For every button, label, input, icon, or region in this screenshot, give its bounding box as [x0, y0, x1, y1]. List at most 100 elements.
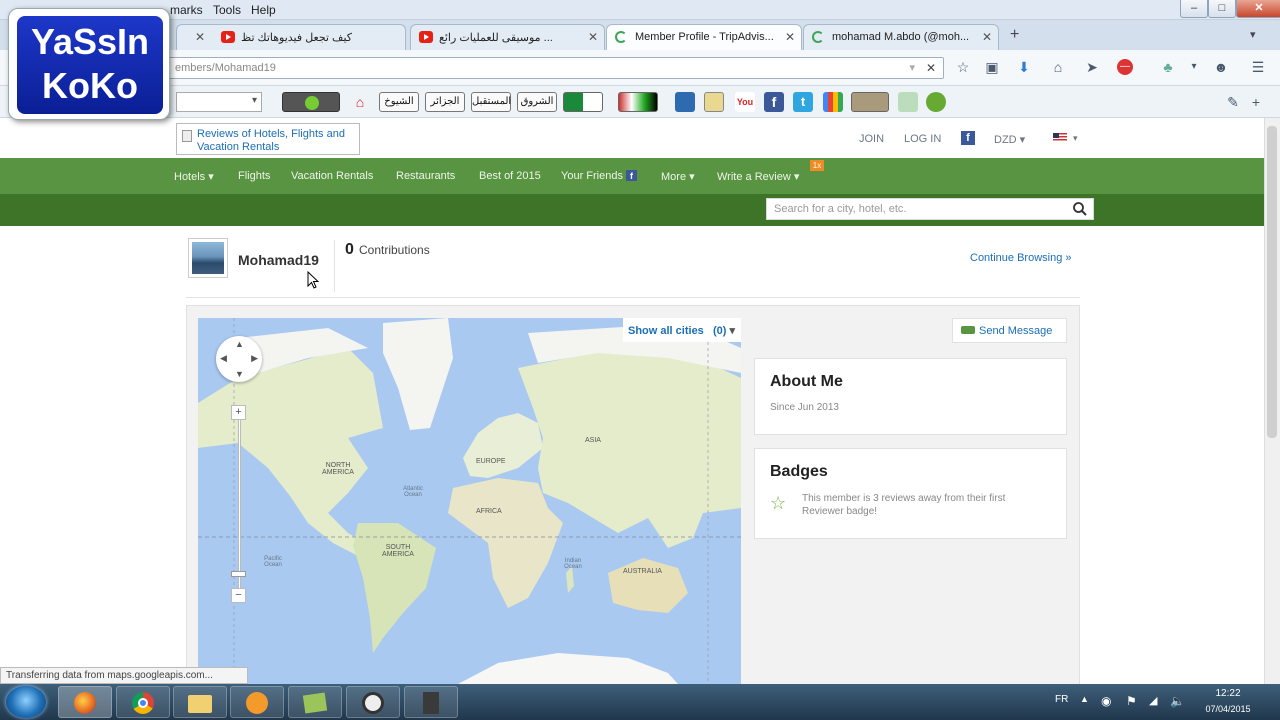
tab-twitter[interactable]: mohamad M.abdo (@moh... ✕: [803, 24, 999, 50]
flag-tray-icon[interactable]: ⚑: [1126, 694, 1137, 708]
facebook-icon[interactable]: f: [961, 131, 975, 145]
network-icon[interactable]: ◉: [1101, 694, 1111, 708]
addon-icon[interactable]: [926, 92, 946, 112]
map-pan-control[interactable]: ▲ ▼ ◀ ▶: [216, 336, 262, 382]
send-message-button[interactable]: Send Message: [952, 318, 1067, 343]
home-icon[interactable]: ⌂: [1050, 59, 1066, 75]
language-dropdown-icon[interactable]: ▾: [1073, 133, 1078, 144]
menu-tools[interactable]: Tools: [213, 3, 241, 17]
continue-browsing-link[interactable]: Continue Browsing »: [970, 252, 1072, 264]
zoom-out-button[interactable]: −: [231, 588, 246, 603]
taskbar-app[interactable]: [346, 686, 400, 718]
facebook-icon[interactable]: f: [764, 92, 784, 112]
channel-logo-overlay: YaSsIn KoKo: [8, 8, 170, 120]
eye-icon: [362, 692, 384, 714]
toolbar-link-button[interactable]: الجزائر: [425, 92, 465, 112]
taskbar-chrome[interactable]: [116, 686, 170, 718]
send-icon[interactable]: ➤: [1084, 59, 1100, 75]
adblock-icon[interactable]: —: [1117, 59, 1133, 75]
tab-close-icon[interactable]: ✕: [588, 30, 598, 44]
map-zoom-track[interactable]: [238, 412, 241, 592]
new-tab-icon[interactable]: +: [1010, 26, 1019, 44]
flag-button[interactable]: [563, 92, 603, 112]
taskbar-media-player[interactable]: [230, 686, 284, 718]
map-label: AUSTRALIA: [623, 568, 662, 575]
minimize-button[interactable]: –: [1180, 0, 1208, 18]
nav-your-friends[interactable]: Your Friends f: [561, 170, 638, 182]
site-search-input[interactable]: Search for a city, hotel, etc.: [766, 198, 1094, 220]
wrench-icon[interactable]: ✎: [1225, 94, 1241, 110]
taskbar-explorer[interactable]: [173, 686, 227, 718]
addon-icon[interactable]: [675, 92, 695, 112]
tab-close-icon[interactable]: ✕: [785, 30, 795, 44]
tab-youtube-1[interactable]: ✕ كيف تجعل فيديوهاتك تظ: [176, 24, 406, 50]
firefox-icon: [74, 692, 96, 714]
search-icon[interactable]: [1073, 202, 1087, 216]
home-icon[interactable]: ⌂: [352, 94, 368, 110]
flag-button[interactable]: [618, 92, 658, 112]
menu-help[interactable]: Help: [251, 3, 276, 17]
tab-youtube-2[interactable]: موسيقى للعمليات رائع ... ✕: [410, 24, 605, 50]
close-window-button[interactable]: ✕: [1236, 0, 1280, 18]
world-map-graphic: [198, 318, 741, 684]
addon-icon[interactable]: ♣: [1160, 59, 1176, 75]
toolbar-link-button[interactable]: الشروق: [517, 92, 557, 112]
zoom-in-button[interactable]: +: [231, 405, 246, 420]
login-link[interactable]: LOG IN: [904, 133, 941, 145]
stop-icon[interactable]: ✕: [926, 61, 936, 75]
menu-bookmarks[interactable]: marks: [170, 3, 203, 17]
language-indicator[interactable]: FR: [1055, 694, 1068, 705]
bookmark-star-icon[interactable]: ☆: [955, 59, 971, 75]
media-player-widget[interactable]: [282, 92, 340, 112]
toolbar-link-button[interactable]: الشيوخ: [379, 92, 419, 112]
tab-tripadvisor[interactable]: Member Profile - TripAdvis... ✕: [606, 24, 802, 50]
nav-best-of-2015[interactable]: Best of 2015: [479, 170, 541, 182]
nav-flights[interactable]: Flights: [238, 170, 270, 182]
scrollbar-thumb[interactable]: [1267, 126, 1277, 438]
taskbar-firefox[interactable]: [58, 686, 112, 718]
nav-vacation-rentals[interactable]: Vacation Rentals: [291, 170, 373, 182]
tab-close-icon[interactable]: ✕: [982, 30, 992, 44]
profile-username[interactable]: Mohamad19: [238, 252, 319, 268]
url-dropdown-icon[interactable]: ▾: [909, 61, 915, 74]
menu-icon[interactable]: ☰: [1250, 59, 1266, 75]
tab-list-icon[interactable]: ▾: [1250, 28, 1256, 41]
nav-more[interactable]: More ▾: [661, 170, 695, 183]
start-button[interactable]: [6, 686, 46, 718]
maximize-button[interactable]: □: [1208, 0, 1236, 18]
nav-restaurants[interactable]: Restaurants: [396, 170, 455, 182]
clock-time[interactable]: 12:22: [1200, 688, 1256, 699]
url-bar[interactable]: embers/Mohamad19 ▾ ✕: [160, 57, 944, 79]
taskbar-app[interactable]: [404, 686, 458, 718]
taskbar-app[interactable]: [288, 686, 342, 718]
avatar[interactable]: [188, 238, 228, 278]
nav-hotels[interactable]: Hotels ▾: [174, 170, 214, 183]
nav-write-review[interactable]: Write a Review ▾: [717, 170, 799, 183]
travel-map[interactable]: NORTH AMERICA EUROPE ASIA AFRICA SOUTH A…: [198, 318, 741, 684]
twitter-icon[interactable]: t: [793, 92, 813, 112]
addon-icon[interactable]: [851, 92, 889, 112]
download-icon[interactable]: ⬇: [1016, 59, 1032, 75]
zoom-slider-handle[interactable]: [231, 571, 246, 577]
notes-icon[interactable]: [704, 92, 724, 112]
currency-selector[interactable]: DZD ▾: [994, 133, 1025, 146]
join-link[interactable]: JOIN: [859, 133, 884, 145]
google-icon[interactable]: [823, 92, 843, 112]
toolbar-link-button[interactable]: المستقبل: [471, 92, 511, 112]
add-icon[interactable]: +: [1248, 94, 1264, 110]
volume-icon[interactable]: 🔈: [1170, 694, 1185, 708]
signal-icon[interactable]: ◢: [1149, 694, 1157, 707]
site-logo-broken[interactable]: Reviews of Hotels, Flights and Vacation …: [176, 123, 360, 155]
toolbar-search-field[interactable]: ▾: [176, 92, 262, 112]
clock-date[interactable]: 07/04/2015: [1200, 704, 1256, 714]
addon-dropdown-icon[interactable]: ▾: [1186, 59, 1202, 75]
show-all-cities-dropdown[interactable]: Show all cities (0) ▾: [623, 318, 741, 342]
tab-close-icon[interactable]: ✕: [195, 30, 205, 44]
battery-app-icon: [423, 692, 439, 714]
bookmarks-list-icon[interactable]: ▣: [984, 59, 1000, 75]
addon-icon[interactable]: [898, 92, 918, 112]
tray-expand-icon[interactable]: ▲: [1080, 694, 1089, 704]
chat-icon[interactable]: ☻: [1213, 59, 1229, 75]
youtube-icon[interactable]: You: [735, 92, 755, 112]
us-flag-icon[interactable]: [1053, 133, 1067, 142]
